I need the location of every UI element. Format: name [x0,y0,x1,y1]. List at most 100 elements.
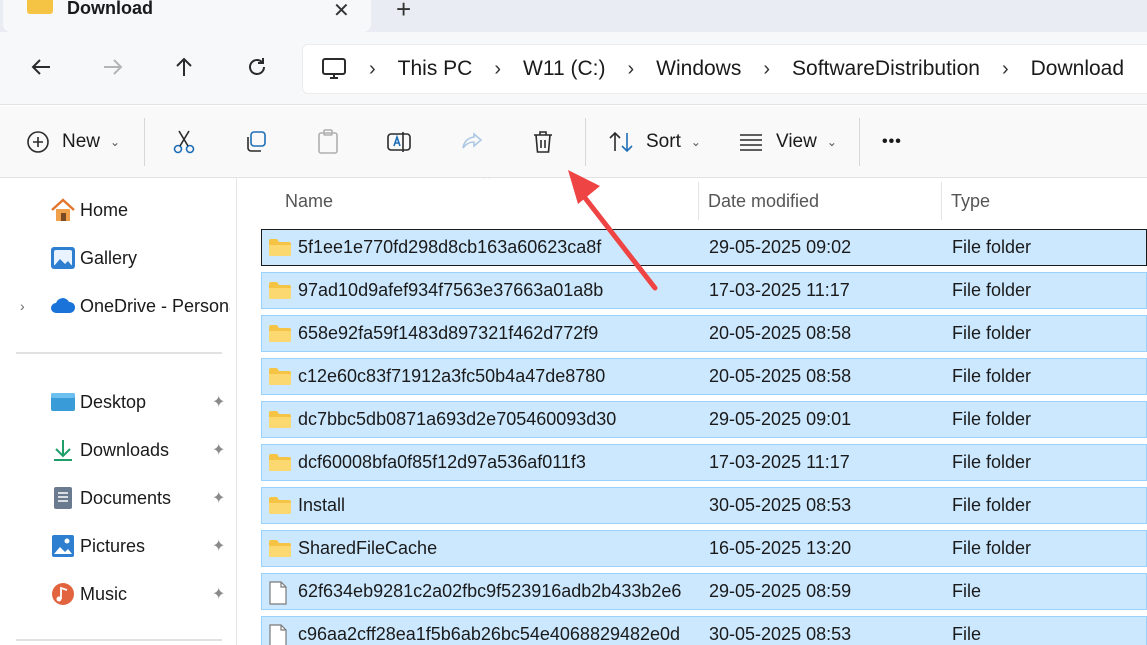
table-row[interactable]: 658e92fa59f1483d897321f462d772f9 20-05-20… [261,315,1147,352]
sidebar-item-onedrive[interactable]: › OneDrive - Persona [0,286,237,326]
sort-icon [609,131,633,153]
column-header-name[interactable]: Name [285,178,333,224]
command-bar: New ⌄ Sort ⌄ View ⌄ ••• [0,106,1147,178]
forward-button[interactable] [96,50,130,84]
breadcrumb-softwaredistribution[interactable]: SoftwareDistribution [782,57,990,81]
file-name: 62f634eb9281c2a02fbc9f523916adb2b433b2e6 [298,581,682,601]
more-options-button[interactable]: ••• [882,122,902,162]
file-type: File [952,581,982,601]
column-header-date[interactable]: Date modified [708,178,819,224]
sidebar-item-documents[interactable]: Documents ✦ [0,478,237,518]
documents-icon [54,487,72,509]
breadcrumb-drive[interactable]: W11 (C:) [513,57,615,81]
file-type: File [952,624,982,644]
chevron-right-icon: › [1001,57,1009,80]
divider [144,118,145,166]
new-button[interactable]: New ⌄ [26,122,120,162]
file-name: dc7bbc5db0871a693d2e705460093d30 [298,409,617,429]
new-tab-button[interactable]: + [396,0,411,25]
back-button[interactable] [24,50,58,84]
column-header-type[interactable]: Type [951,178,990,224]
breadcrumb-windows[interactable]: Windows [646,57,751,81]
column-divider[interactable] [698,182,699,220]
file-name: dcf60008bfa0f85f12d97a536af011f3 [298,452,586,472]
sort-button[interactable]: Sort ⌄ [608,122,701,162]
sidebar-item-desktop[interactable]: Desktop ✦ [0,382,237,422]
table-row[interactable]: dc7bbc5db0871a693d2e705460093d30 29-05-20… [261,401,1147,438]
delete-button[interactable] [532,122,554,162]
divider [16,352,222,354]
file-date-modified: 29-05-2025 08:59 [709,581,852,601]
sidebar-item-music[interactable]: Music ✦ [0,574,237,614]
sidebar-item-label: Pictures [80,535,146,556]
sidebar-item-pictures[interactable]: Pictures ✦ [0,526,237,566]
chevron-right-icon: › [494,57,502,80]
tab-download[interactable]: Download ✕ [3,0,371,32]
chevron-right-icon[interactable]: › [20,298,25,314]
view-button[interactable]: View ⌄ [738,122,837,162]
file-name: Install [298,495,346,515]
pictures-icon [52,535,74,557]
sidebar-item-label: Gallery [80,247,138,268]
pin-icon[interactable]: ✦ [212,392,225,412]
pin-icon[interactable]: ✦ [212,440,225,460]
sidebar-item-label: Documents [80,487,172,508]
up-button[interactable] [167,50,201,84]
file-name: SharedFileCache [298,538,438,558]
sidebar-item-label: Home [80,199,129,220]
arrow-up-icon [176,57,192,76]
table-row[interactable]: 5f1ee1e770fd298d8cb163a60623ca8f 29-05-20… [261,229,1147,266]
sidebar-item-label: Music [80,583,128,604]
home-icon [51,198,75,221]
table-row[interactable]: Install 30-05-2025 08:53 File folder [261,487,1147,524]
table-row[interactable]: 97ad10d9afef934f7563e37663a01a8b 17-03-20… [261,272,1147,309]
file-list: ⌃ Name Date modified Type 5f1ee1e770fd29… [238,178,1147,645]
sidebar-item-downloads[interactable]: Downloads ✦ [0,430,237,470]
table-row[interactable]: dcf60008bfa0f85f12d97a536af011f3 17-03-20… [261,444,1147,481]
close-icon[interactable]: ✕ [333,0,350,23]
sidebar-item-gallery[interactable]: Gallery [0,238,237,278]
table-row[interactable]: 62f634eb9281c2a02fbc9f523916adb2b433b2e6… [261,573,1147,610]
sidebar-item-home[interactable]: Home [0,190,237,230]
sidebar-item-label: OneDrive - Persona [80,295,230,316]
folder-icon [269,239,291,256]
navigation-pane: Home Gallery › OneDrive - Persona Deskto… [0,178,237,645]
cut-button[interactable] [172,122,196,162]
arrow-left-icon [31,59,50,75]
pin-icon[interactable]: ✦ [212,488,225,508]
column-divider[interactable] [941,182,942,220]
tab-title: Download [67,0,153,18]
chevron-down-icon: ⌄ [110,135,121,149]
paste-button[interactable] [316,122,340,162]
pin-icon[interactable]: ✦ [212,536,225,556]
breadcrumb-download[interactable]: Download [1021,57,1134,81]
rename-button[interactable] [386,122,412,162]
view-label: View [776,131,817,152]
arrow-right-icon [104,59,123,75]
folder-icon [27,0,53,14]
table-row[interactable]: c12e60c83f71912a3fc50b4a47de8780 20-05-20… [261,358,1147,395]
chevron-right-icon: › [627,57,635,80]
chevron-right-icon: › [763,57,771,80]
breadcrumb-this-pc[interactable]: This PC [388,57,483,81]
chevron-down-icon: ⌄ [826,135,837,149]
file-name: 658e92fa59f1483d897321f462d772f9 [298,323,599,343]
refresh-button[interactable] [240,50,274,84]
share-button[interactable] [460,122,484,162]
sidebar-item-label: Downloads [80,439,170,460]
address-bar[interactable]: › This PC › W11 (C:) › Windows › Softwar… [302,44,1147,94]
divider [585,118,586,166]
file-type: File folder [952,366,1032,386]
pin-icon[interactable]: ✦ [212,584,225,604]
file-icon [269,581,287,605]
file-icon [269,624,287,645]
table-row[interactable]: SharedFileCache 16-05-2025 13:20 File fold… [261,530,1147,567]
file-name: c96aa2cff28ea1f5b6ab26bc54e4068829482e0d [298,624,681,644]
cloud-icon [51,298,76,313]
file-name: 5f1ee1e770fd298d8cb163a60623ca8f [298,237,602,257]
chevron-up-icon: ⌃ [481,178,493,188]
table-row[interactable]: c96aa2cff28ea1f5b6ab26bc54e4068829482e0d… [261,616,1147,645]
copy-button[interactable] [244,122,268,162]
file-type: File folder [952,538,1032,558]
file-type: File folder [952,495,1032,515]
